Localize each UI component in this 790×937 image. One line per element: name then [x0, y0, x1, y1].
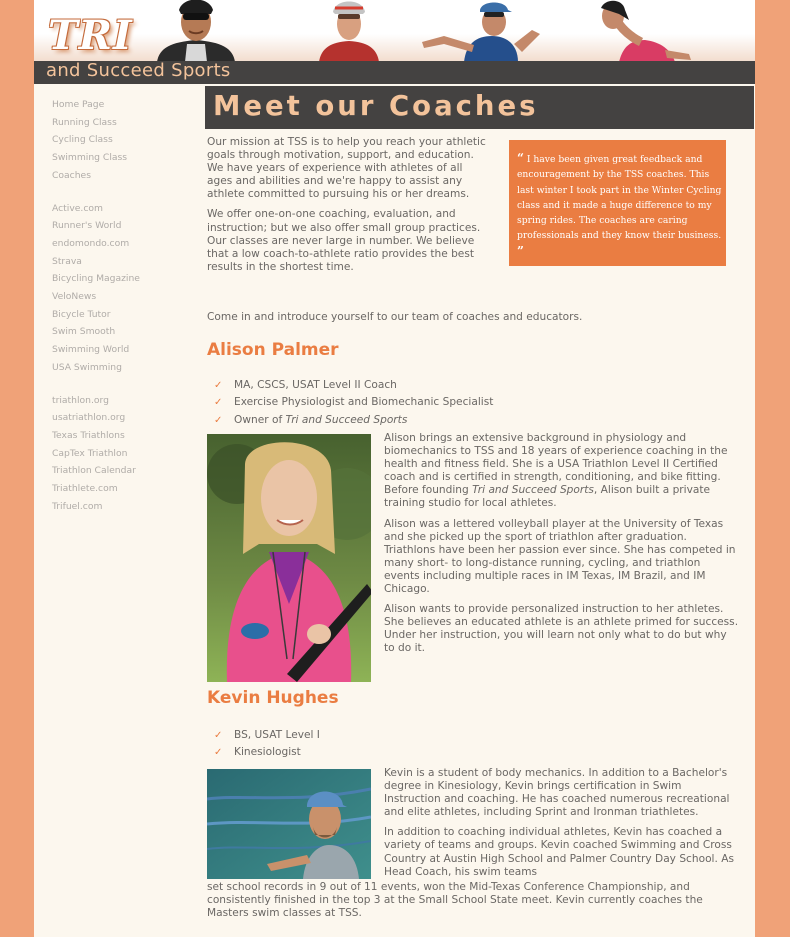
bio-paragraph: set school records in 9 out of 11 events…	[207, 881, 703, 920]
alison-photo	[207, 434, 371, 682]
nav-group-triathlon: triathlon.org usatriathlon.org Texas Tri…	[52, 392, 202, 516]
sidebar-link-triathlon-calendar[interactable]: Triathlon Calendar	[52, 462, 202, 480]
nav-group-resources: Active.com Runner's World endomondo.com …	[52, 200, 202, 377]
sidebar-link-triathlon-org[interactable]: triathlon.org	[52, 392, 202, 410]
sidebar-item-running-class[interactable]: Running Class	[52, 114, 202, 132]
testimonial-quote: “ I have been given great feedback and e…	[517, 151, 722, 260]
bio-paragraph: In addition to coaching individual athle…	[384, 826, 734, 878]
close-quote-icon: ”	[517, 243, 524, 258]
sidebar-link-captex-triathlon[interactable]: CapTex Triathlon	[52, 445, 202, 463]
sidebar-link-runners-world[interactable]: Runner's World	[52, 217, 202, 235]
female-runner-photo	[601, 0, 691, 62]
sidebar-link-trifuel[interactable]: Trifuel.com	[52, 498, 202, 516]
bio-paragraph: Alison brings an extensive background in…	[384, 432, 728, 510]
bio-paragraph: Alison was a lettered volleyball player …	[384, 517, 736, 596]
page-title: Meet our Coaches	[213, 90, 539, 122]
site-header: TRI and Succeed Sports	[34, 0, 755, 84]
kevin-bio: Kevin is a student of body mechanics. In…	[384, 767, 739, 886]
check-icon: ✓	[214, 397, 223, 409]
nav-group-classes: Home Page Running Class Cycling Class Sw…	[52, 96, 202, 185]
title-bar: Meet our Coaches	[205, 86, 754, 129]
runner-photo	[422, 2, 540, 62]
page-container: TRI and Succeed Sports Home Page Running…	[34, 0, 755, 937]
sidebar-link-velonews[interactable]: VeloNews	[52, 288, 202, 306]
sidebar-link-swimming-world[interactable]: Swimming World	[52, 341, 202, 359]
testimonial-box: “ I have been given great feedback and e…	[509, 140, 726, 266]
female-cyclist-photo	[319, 1, 379, 62]
alison-bio: Alison brings an extensive background in…	[384, 432, 739, 663]
sidebar-link-bicycle-tutor[interactable]: Bicycle Tutor	[52, 306, 202, 324]
check-icon: ✓	[214, 730, 223, 741]
intro-paragraph: Our mission at TSS is to help you reach …	[207, 136, 486, 201]
sidebar-nav: Home Page Running Class Cycling Class Sw…	[52, 96, 202, 530]
sidebar-link-usa-swimming[interactable]: USA Swimming	[52, 359, 202, 377]
testimonial-text: I have been given great feedback and enc…	[517, 154, 722, 242]
credential-item: ✓ Owner of Tri and Succeed Sports	[214, 412, 493, 429]
intro-paragraph: We offer one-on-one coaching, evaluation…	[207, 208, 481, 273]
coach-name-kevin: Kevin Hughes	[207, 688, 339, 708]
sidebar-item-coaches[interactable]: Coaches	[52, 167, 202, 185]
site-tagline: and Succeed Sports	[46, 60, 231, 81]
bio-paragraph: Alison wants to provide personalized ins…	[384, 603, 739, 655]
introduce-text: Come in and introduce yourself to our te…	[207, 311, 583, 323]
open-quote-icon: “	[517, 151, 524, 165]
cyclist-photo	[157, 0, 235, 62]
sidebar-link-usatriathlon[interactable]: usatriathlon.org	[52, 409, 202, 427]
sidebar-link-strava[interactable]: Strava	[52, 253, 202, 271]
check-icon: ✓	[214, 747, 223, 759]
credential-item: ✓ Kinesiologist	[214, 744, 320, 761]
bio-paragraph: Kevin is a student of body mechanics. In…	[384, 767, 730, 819]
sidebar-link-triathlete[interactable]: Triathlete.com	[52, 480, 202, 498]
credentials-list: ✓ BS, USAT Level I ✓ Kinesiologist	[214, 727, 320, 762]
check-icon: ✓	[214, 414, 223, 426]
sidebar-link-bicycling-magazine[interactable]: Bicycling Magazine	[52, 270, 202, 288]
sidebar-link-active[interactable]: Active.com	[52, 200, 202, 218]
credential-item: ✓ MA, CSCS, USAT Level II Coach	[214, 377, 493, 394]
sidebar-item-swimming-class[interactable]: Swimming Class	[52, 149, 202, 167]
site-logo[interactable]: TRI	[48, 12, 133, 59]
sidebar-item-cycling-class[interactable]: Cycling Class	[52, 131, 202, 149]
sidebar-item-home-page[interactable]: Home Page	[52, 96, 202, 114]
credential-item: ✓ Exercise Physiologist and Biomechanic S…	[214, 394, 493, 411]
sidebar-link-endomondo[interactable]: endomondo.com	[52, 235, 202, 253]
coach-name-alison: Alison Palmer	[207, 340, 339, 360]
credentials-list: ✓ MA, CSCS, USAT Level II Coach ✓ Exercise…	[214, 377, 493, 429]
kevin-bio-continued: set school records in 9 out of 11 events…	[207, 881, 742, 927]
sidebar-link-swim-smooth[interactable]: Swim Smooth	[52, 323, 202, 341]
kevin-photo	[207, 769, 371, 879]
check-icon: ✓	[214, 380, 223, 391]
credential-item: ✓ BS, USAT Level I	[214, 727, 320, 744]
intro-section: Our mission at TSS is to help you reach …	[207, 136, 487, 281]
sidebar-link-texas-triathlons[interactable]: Texas Triathlons	[52, 427, 202, 445]
